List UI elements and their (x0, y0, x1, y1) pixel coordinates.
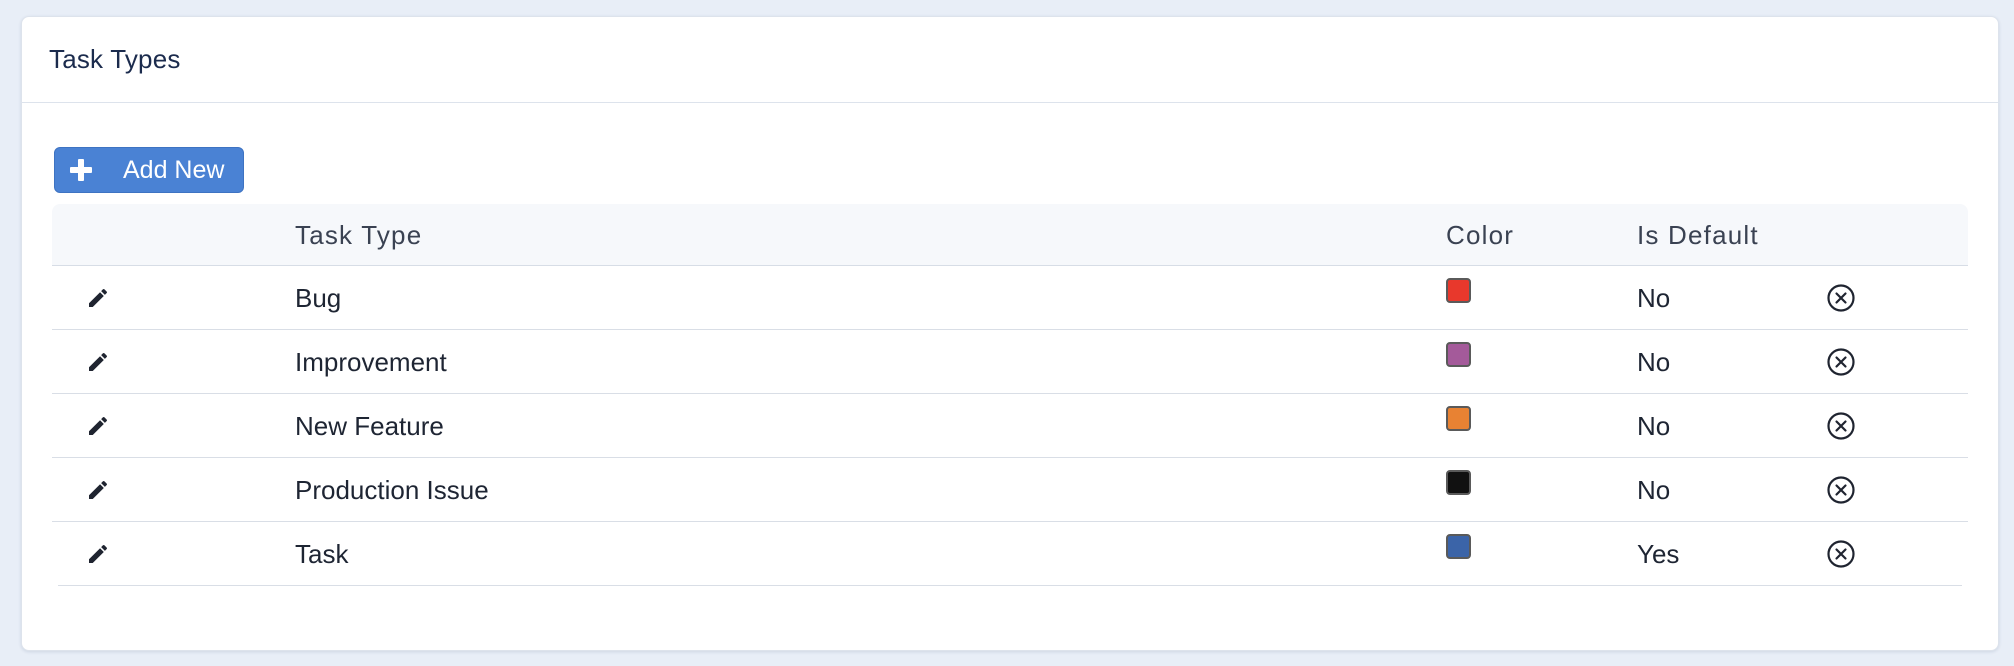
task-types-card: Task Types Add New Task Type Color Is De… (21, 16, 1999, 651)
task-type-name: Production Issue (295, 475, 489, 505)
header-is-default: Is Default (1637, 220, 1759, 250)
is-default-value: No (1637, 347, 1671, 377)
add-new-button[interactable]: Add New (54, 147, 244, 193)
circle-x-icon[interactable] (1826, 539, 1856, 569)
color-swatch (1446, 342, 1471, 367)
task-type-name: New Feature (295, 411, 444, 441)
table-row: Bug No (52, 266, 1968, 330)
pencil-icon[interactable] (86, 542, 110, 566)
is-default-value: Yes (1637, 539, 1680, 569)
circle-x-icon[interactable] (1826, 411, 1856, 441)
header-color: Color (1446, 220, 1515, 250)
is-default-value: No (1637, 475, 1671, 505)
header-task-type: Task Type (295, 220, 423, 250)
color-swatch (1446, 406, 1471, 431)
task-type-name: Improvement (295, 347, 447, 377)
pencil-icon[interactable] (86, 478, 110, 502)
is-default-value: No (1637, 411, 1671, 441)
circle-x-icon[interactable] (1826, 347, 1856, 377)
card-title: Task Types (49, 44, 181, 74)
plus-icon (70, 159, 92, 181)
table-row: Task Yes (58, 522, 1962, 586)
table-row: New Feature No (52, 394, 1968, 458)
is-default-value: No (1637, 283, 1671, 313)
table-header: Task Type Color Is Default (52, 204, 1968, 266)
task-types-table: Task Type Color Is Default Bug No Improv… (52, 204, 1968, 586)
task-type-name: Bug (295, 283, 342, 313)
pencil-icon[interactable] (86, 350, 110, 374)
circle-x-icon[interactable] (1826, 283, 1856, 313)
add-new-label: Add New (123, 155, 225, 184)
task-type-name: Task (295, 539, 349, 569)
color-swatch (1446, 534, 1471, 559)
color-swatch (1446, 278, 1471, 303)
circle-x-icon[interactable] (1826, 475, 1856, 505)
table-row: Production Issue No (52, 458, 1968, 522)
card-header: Task Types (22, 17, 1998, 103)
color-swatch (1446, 470, 1471, 495)
table-row: Improvement No (52, 330, 1968, 394)
pencil-icon[interactable] (86, 286, 110, 310)
pencil-icon[interactable] (86, 414, 110, 438)
